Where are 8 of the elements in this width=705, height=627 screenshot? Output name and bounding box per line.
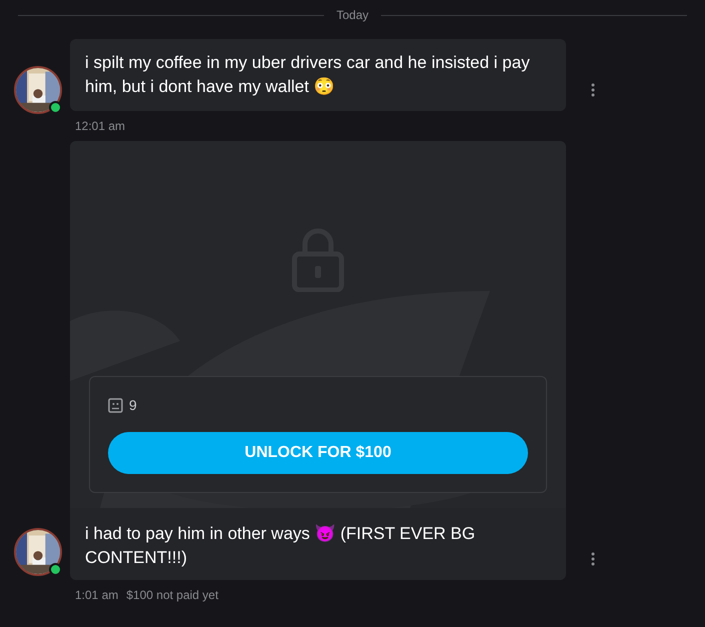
message-text: i had to pay him in other ways 😈 (FIRST EVER BG CONTENT!!!) [85, 524, 476, 567]
message-text: i spilt my coffee in my uber drivers car and he insisted i pay him, but i dont have my wallet 😳 [85, 53, 530, 96]
unlock-button[interactable]: UNLOCK FOR $100 [108, 432, 528, 474]
message-time: 1:01 am [75, 587, 118, 604]
date-divider: Today [336, 7, 369, 24]
payment-status: $100 not paid yet [126, 587, 218, 604]
message-time: 12:01 am [75, 118, 126, 135]
media-count: 9 [129, 396, 137, 415]
